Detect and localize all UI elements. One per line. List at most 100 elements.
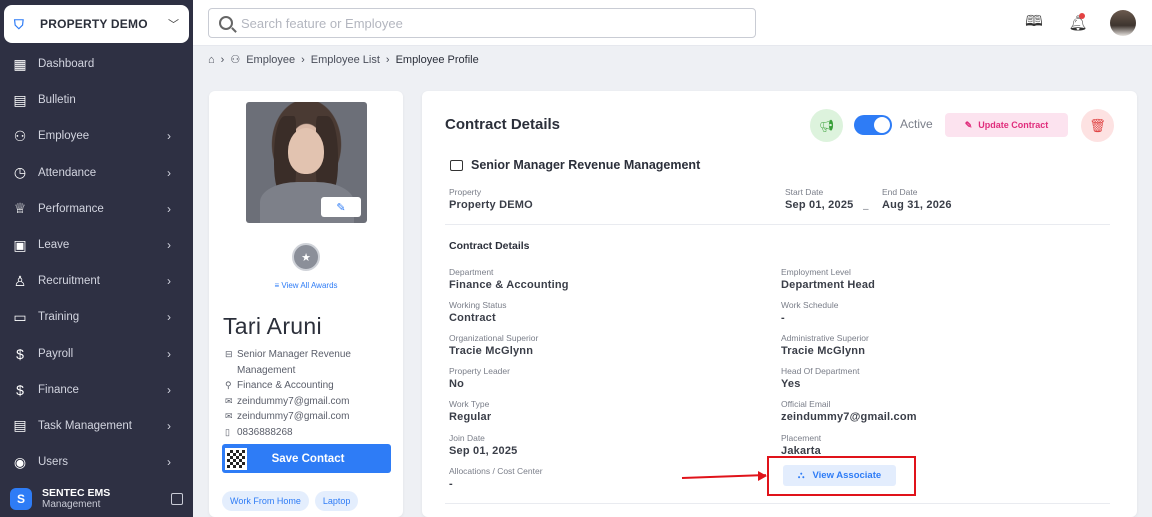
chevron-right-icon: › (167, 310, 171, 325)
sidebar-item-training[interactable]: ▭ Training › (0, 299, 193, 335)
section-title: Contract Details (449, 240, 530, 252)
position-line1: Senior Manager Revenue (237, 349, 351, 360)
property-name: PROPERTY DEMO (40, 17, 148, 31)
active-status-label: Active (900, 117, 933, 131)
sidebar-item-employee[interactable]: ⚇ Employee › (0, 118, 193, 154)
phone-icon: ▯ (225, 426, 230, 437)
field-label: End Date (882, 187, 918, 197)
sidebar-item-label: Users (38, 456, 69, 469)
field-label: Join Date (449, 433, 485, 443)
search-input[interactable] (241, 15, 741, 31)
sidebar-item-payroll[interactable]: $ Payroll › (0, 336, 193, 372)
trophy-icon: ♕ (13, 200, 27, 217)
breadcrumb-separator: › (220, 53, 225, 66)
user-avatar[interactable] (1110, 10, 1136, 36)
work-type-field: Work Type Regular (449, 399, 491, 423)
field-label: Placement (781, 433, 822, 443)
chevron-right-icon: › (167, 274, 171, 289)
view-all-awards-link[interactable]: ≡ View All Awards (209, 281, 403, 290)
breadcrumb-separator: › (385, 53, 390, 66)
update-contract-button[interactable]: ✎ Update Contract (945, 113, 1068, 137)
field-value: - (781, 312, 785, 324)
annotation-arrow-head (758, 471, 767, 481)
save-contact-button[interactable]: Save Contact (222, 444, 391, 473)
sidebar-item-users[interactable]: ◉ Users › (0, 444, 193, 480)
allocations-field: Allocations / Cost Center - (449, 466, 543, 490)
field-value: Regular (449, 411, 492, 423)
sidebar-item-finance[interactable]: $ Finance › (0, 372, 193, 408)
sidebar-item-label: Payroll (38, 347, 74, 360)
field-label: Allocations / Cost Center (449, 466, 543, 476)
breadcrumb-current: Employee Profile (395, 53, 479, 66)
qr-code-icon (225, 447, 247, 470)
profile-card: ✎ ★ ≡ View All Awards Tari Aruni ⊟ Senior… (209, 91, 403, 517)
save-contact-label: Save Contact (271, 452, 345, 465)
department-icon: ⚲ (225, 380, 232, 390)
sidebar-item-dashboard[interactable]: ▦ Dashboard (0, 46, 193, 82)
award-badge-icon[interactable]: ★ (292, 243, 320, 271)
sidebar-item-label: Dashboard (38, 58, 95, 71)
pencil-icon: ✎ (964, 119, 973, 130)
placement-field: Placement Jakarta (781, 433, 821, 457)
notification-bell-icon[interactable]: 🔔︎ (1066, 11, 1090, 35)
tag-laptop: Laptop (314, 491, 359, 511)
payroll-icon: $ (16, 345, 24, 362)
date-range-dash: – (863, 204, 869, 215)
sidebar-item-task-management[interactable]: ▤ Task Management › (0, 408, 193, 444)
field-label: Property Leader (449, 366, 510, 376)
pencil-icon: ✎ (336, 201, 346, 214)
dollar-icon: $ (16, 381, 24, 398)
delete-contract-button[interactable]: 🗑︎ (1081, 109, 1114, 142)
home-icon[interactable]: ⌂ (208, 54, 215, 66)
field-label: Working Status (449, 300, 507, 310)
breadcrumb-employee-list[interactable]: Employee List (311, 54, 380, 66)
property-logo-icon: ⛉ (14, 17, 24, 32)
sidebar-item-leave[interactable]: ▣ Leave › (0, 227, 193, 263)
search-box[interactable] (208, 8, 756, 38)
collapse-sidebar-icon[interactable] (171, 492, 183, 505)
field-label: Property (449, 187, 482, 197)
sidebar-item-performance[interactable]: ♕ Performance › (0, 191, 193, 227)
property-selector[interactable]: ⛉ PROPERTY DEMO ﹀ (4, 5, 189, 43)
work-schedule-field: Work Schedule - (781, 300, 838, 324)
sidebar-item-attendance[interactable]: ◷ Attendance › (0, 155, 193, 191)
chevron-down-icon: ﹀ (168, 19, 179, 31)
employee-icon: ⚇ (230, 54, 241, 66)
edit-photo-button[interactable]: ✎ (321, 197, 361, 217)
join-date-field: Join Date Sep 01, 2025 (449, 433, 517, 457)
training-icon: ▭ (13, 308, 27, 325)
sidebar-item-label: Bulletin (38, 94, 76, 107)
employment-level-field: Employment Level Department Head (781, 267, 875, 291)
divider (445, 224, 1110, 225)
position-line2: Management (237, 364, 296, 376)
recruitment-icon: ♙ (13, 272, 27, 289)
field-label: Work Type (449, 399, 490, 409)
book-icon[interactable]: 🕮 (1022, 11, 1046, 35)
administrative-superior-field: Administrative Superior Tracie McGlynn (781, 333, 869, 357)
employee-icon: ⚇ (13, 127, 27, 144)
contract-card: Contract Details 📢︎ Active ✎ Update Cont… (422, 91, 1137, 517)
breadcrumb-employee[interactable]: Employee (246, 54, 295, 66)
chevron-right-icon: › (167, 238, 171, 253)
contract-title: Contract Details (445, 116, 561, 133)
chevron-right-icon: › (167, 418, 171, 433)
chevron-right-icon: › (167, 346, 171, 361)
chevron-right-icon: › (167, 455, 171, 470)
field-label: Head Of Department (781, 366, 860, 376)
property-field: Property Property DEMO (449, 187, 533, 211)
field-value: Aug 31, 2026 (882, 199, 952, 211)
department: Finance & Accounting (237, 380, 334, 391)
sidebar-item-bulletin[interactable]: ▤ Bulletin (0, 82, 193, 118)
sidebar-item-recruitment[interactable]: ♙ Recruitment › (0, 263, 193, 299)
field-value: No (449, 378, 465, 390)
field-value: - (449, 478, 453, 490)
active-toggle[interactable] (854, 115, 892, 135)
sidebar-item-label: Finance (38, 383, 79, 396)
brand-footer: S SENTEC EMS Management (0, 480, 193, 517)
brand-subtitle: Management (42, 498, 101, 510)
field-value: Finance & Accounting (449, 279, 569, 291)
department-field: Department Finance & Accounting (449, 267, 569, 291)
sidebar-item-label: Leave (38, 239, 70, 252)
field-label: Work Schedule (781, 300, 839, 310)
megaphone-icon[interactable]: 📢︎ (810, 109, 843, 142)
